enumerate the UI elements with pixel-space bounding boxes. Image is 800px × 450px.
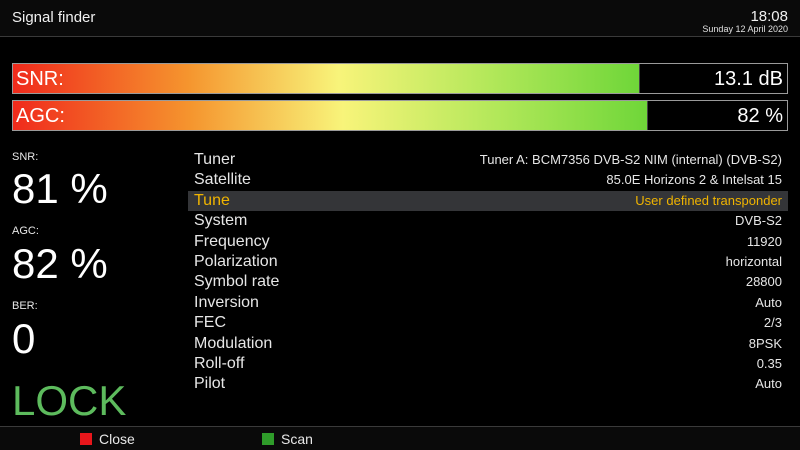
red-key-icon: [80, 433, 92, 445]
info-row-value: 2/3: [763, 315, 782, 331]
info-row-roll-off[interactable]: Roll-off 0.35: [188, 354, 788, 374]
info-row-key: FEC: [194, 314, 226, 332]
info-row-key: Satellite: [194, 171, 251, 189]
green-key-icon: [262, 433, 274, 445]
agc-meter: AGC: 82 %: [12, 100, 788, 131]
info-row-value: 85.0E Horizons 2 & Intelsat 15: [606, 172, 782, 188]
close-button-label: Close: [99, 431, 135, 447]
info-row-value: Auto: [755, 376, 782, 392]
info-row-system[interactable]: System DVB-S2: [188, 211, 788, 231]
agc-meter-value: 82 %: [737, 105, 783, 127]
scan-button[interactable]: Scan: [262, 430, 313, 448]
info-row-key: Inversion: [194, 293, 259, 311]
info-row-key: Tuner: [194, 151, 236, 168]
info-row-satellite[interactable]: Satellite 85.0E Horizons 2 & Intelsat 15: [188, 170, 788, 190]
info-row-value: User defined transponder: [635, 192, 782, 208]
scan-button-label: Scan: [281, 431, 313, 447]
info-row-key: Polarization: [194, 252, 278, 270]
agc-meter-label: AGC:: [16, 105, 65, 127]
info-row-pilot[interactable]: Pilot Auto: [188, 374, 788, 394]
info-row-symbol-rate[interactable]: Symbol rate 28800: [188, 272, 788, 292]
info-row-key: System: [194, 212, 248, 230]
snr-meter-fill: [13, 64, 640, 93]
header-bar: Signal finder 18:08 Sunday 12 April 2020: [0, 0, 800, 37]
ber-readout-label: BER:: [12, 300, 38, 312]
agc-readout-label: AGC:: [12, 225, 39, 237]
clock-time: 18:08: [750, 8, 788, 25]
info-row-frequency[interactable]: Frequency 11920: [188, 232, 788, 252]
info-row-value: 8PSK: [748, 335, 782, 351]
info-row-key: Modulation: [194, 334, 273, 352]
info-row-key: Roll-off: [194, 354, 245, 372]
lock-status: LOCK: [12, 377, 127, 424]
snr-meter: SNR: 13.1 dB: [12, 63, 788, 94]
info-row-value: 11920: [746, 233, 782, 249]
info-row-value: DVB-S2: [735, 213, 782, 229]
info-row-value: 0.35: [756, 355, 782, 371]
info-row-key: Pilot: [194, 375, 226, 393]
agc-meter-fill: [13, 101, 648, 130]
info-row-modulation[interactable]: Modulation 8PSK: [188, 334, 788, 354]
info-row-value: 28800: [745, 274, 782, 290]
info-row-polarization[interactable]: Polarization horizontal: [188, 252, 788, 272]
window-title: Signal finder: [12, 9, 96, 26]
info-row-key: Frequency: [194, 232, 270, 250]
info-row-inversion[interactable]: Inversion Auto: [188, 293, 788, 313]
info-row-key: Tune: [194, 191, 230, 209]
close-button[interactable]: Close: [80, 430, 135, 448]
tuning-info-list: Tuner Tuner A: BCM7356 DVB-S2 NIM (intern…: [188, 150, 788, 395]
ber-readout-value: 0: [12, 315, 36, 362]
footer-bar: Close Scan: [0, 426, 800, 450]
agc-readout-value: 82 %: [12, 240, 108, 287]
info-row-value: Auto: [755, 294, 782, 310]
info-row-value: horizontal: [725, 253, 782, 269]
info-row-fec[interactable]: FEC 2/3: [188, 313, 788, 333]
info-row-tuner[interactable]: Tuner Tuner A: BCM7356 DVB-S2 NIM (intern…: [188, 150, 788, 170]
info-row-value: Tuner A: BCM7356 DVB-S2 NIM (internal) (…: [479, 152, 782, 167]
info-row-key: Symbol rate: [194, 273, 280, 291]
info-row-tune[interactable]: Tune User defined transponder: [188, 190, 788, 212]
snr-readout-label: SNR:: [12, 151, 39, 163]
clock-date: Sunday 12 April 2020: [702, 24, 788, 34]
snr-meter-value: 13.1 dB: [714, 68, 783, 90]
snr-meter-label: SNR:: [16, 68, 64, 90]
snr-readout-value: 81 %: [12, 165, 108, 212]
